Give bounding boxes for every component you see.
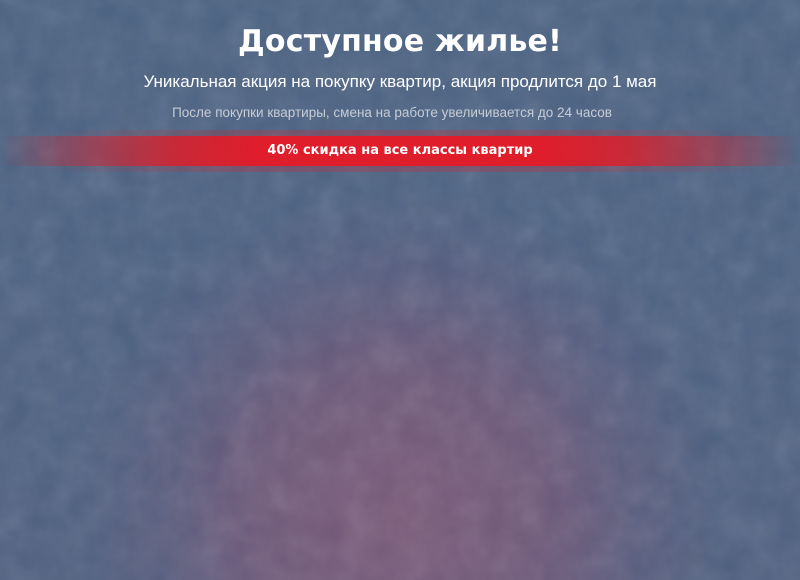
hero-note: После покупки квартиры, смена на работе … [172, 105, 612, 120]
hero-section: Доступное жилье! Уникальная акция на пок… [0, 0, 800, 122]
hero-subtitle: Уникальная акция на покупку квартир, акц… [143, 72, 657, 91]
promo-banner-text: 40% скидка на все классы квартир [267, 143, 533, 158]
page-title: Доступное жилье! [238, 24, 562, 59]
